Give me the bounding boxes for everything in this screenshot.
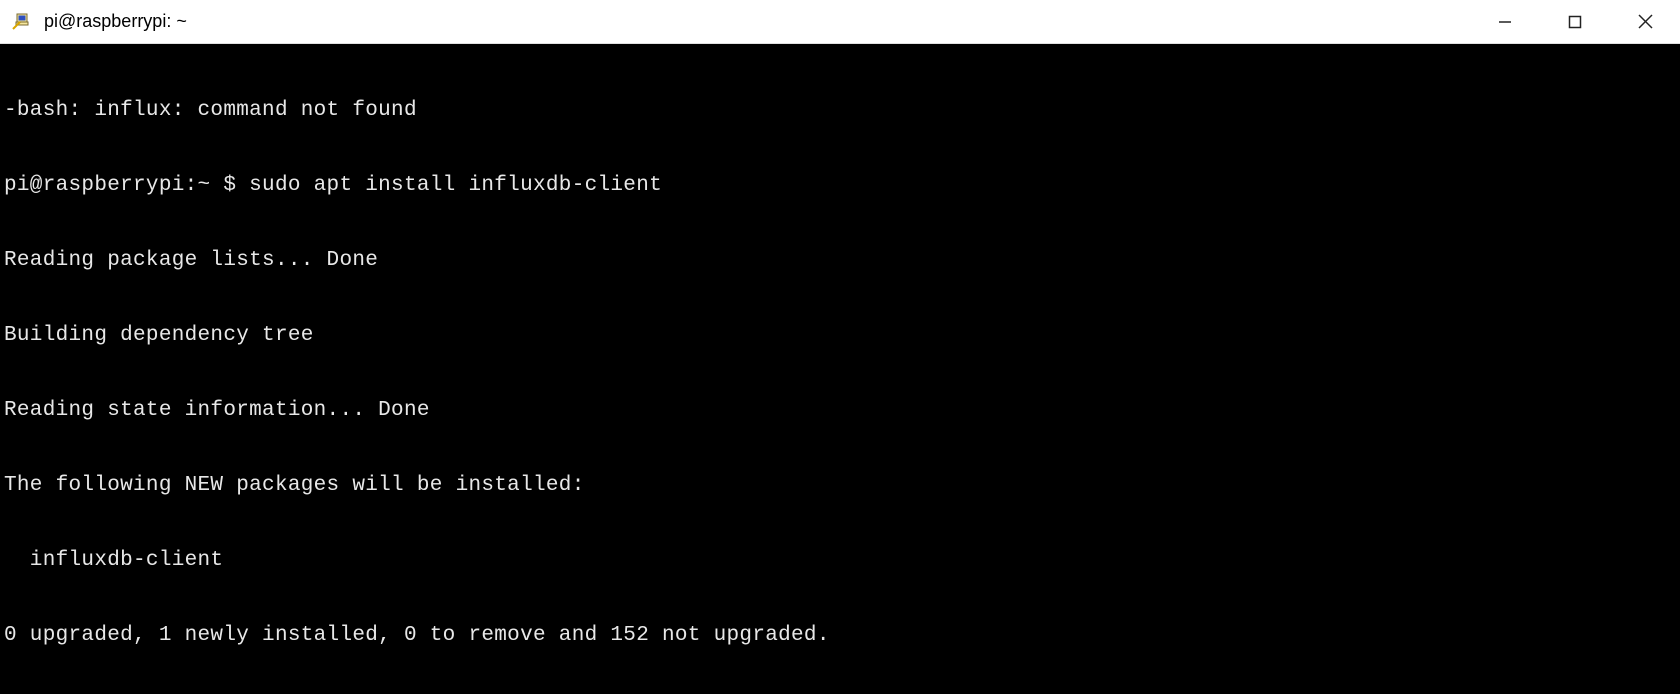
terminal-line: -bash: influx: command not found [4,98,1676,123]
window-controls [1470,0,1680,43]
maximize-button[interactable] [1540,0,1610,43]
terminal-line: Reading state information... Done [4,398,1676,423]
window-title: pi@raspberrypi: ~ [44,11,1470,32]
terminal-line: influxdb-client [4,548,1676,573]
maximize-icon [1568,15,1582,29]
close-icon [1638,14,1653,29]
terminal-line: Reading package lists... Done [4,248,1676,273]
putty-icon [10,10,34,34]
window-titlebar: pi@raspberrypi: ~ [0,0,1680,44]
terminal-line: The following NEW packages will be insta… [4,473,1676,498]
minimize-icon [1498,15,1512,29]
terminal-line: 0 upgraded, 1 newly installed, 0 to remo… [4,623,1676,648]
terminal-area[interactable]: -bash: influx: command not found pi@rasp… [0,44,1680,694]
close-button[interactable] [1610,0,1680,43]
terminal-line: pi@raspberrypi:~ $ sudo apt install infl… [4,173,1676,198]
minimize-button[interactable] [1470,0,1540,43]
terminal-line: Building dependency tree [4,323,1676,348]
